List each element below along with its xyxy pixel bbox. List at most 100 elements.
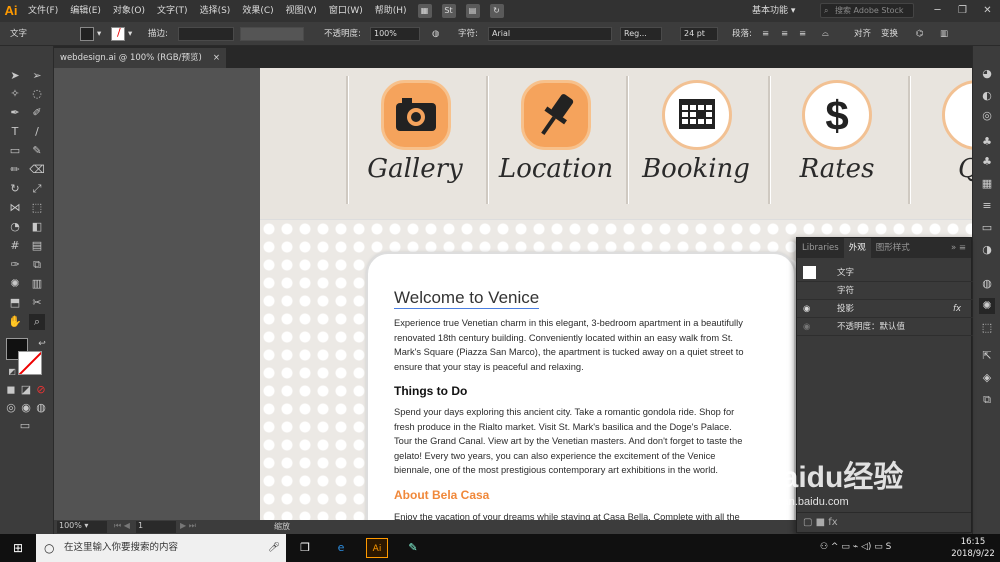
menu-select[interactable]: 选择(S) — [194, 0, 237, 22]
nav-label-gallery[interactable]: Gallery — [350, 154, 480, 184]
paint-app-icon[interactable]: ✎ — [402, 538, 424, 558]
chevron-down-icon[interactable]: ▾ — [128, 26, 132, 42]
content-card[interactable]: Welcome to Venice Experience true Veneti… — [366, 252, 796, 520]
clock[interactable]: 16:15 2018/9/22 — [946, 536, 1000, 560]
menu-file[interactable]: 文件(F) — [22, 0, 64, 22]
edge-icon[interactable]: e — [330, 538, 352, 558]
symbol-sprayer-icon[interactable]: ✺ — [7, 276, 23, 292]
illustrator-taskbar-icon[interactable]: Ai — [366, 538, 388, 558]
paintbrush-icon[interactable]: ✎ — [29, 143, 45, 159]
lasso-icon[interactable]: ◌ — [29, 86, 45, 102]
gpu-icon[interactable]: ↻ — [489, 4, 504, 18]
screen-mode-icon[interactable]: ▭ — [17, 418, 33, 434]
line-tool-icon[interactable]: / — [29, 124, 45, 140]
layers-icon[interactable]: ◈ — [979, 370, 995, 386]
free-transform-icon[interactable]: ⬚ — [29, 200, 45, 216]
perspective-grid-icon[interactable]: ◧ — [29, 219, 45, 235]
about-heading[interactable]: About Bela Casa — [394, 488, 489, 502]
panel-menu-icon[interactable]: » ≡ — [946, 238, 971, 258]
menu-help[interactable]: 帮助(H) — [369, 0, 413, 22]
blend-tool-icon[interactable]: ⧉ — [29, 257, 45, 273]
appearance-panel-icon[interactable]: ◍ — [979, 276, 995, 292]
eraser-icon[interactable]: ⌫ — [29, 162, 45, 178]
draw-normal-icon[interactable]: ◎ — [3, 400, 19, 416]
zoom-field[interactable]: 100% ▾ — [57, 521, 107, 533]
swatches-icon[interactable]: ▦ — [979, 176, 995, 192]
symbols-icon[interactable]: ♣ — [979, 154, 995, 170]
width-tool-icon[interactable]: ⋈ — [7, 200, 23, 216]
stroke-weight-field[interactable] — [178, 27, 234, 41]
draw-inside-icon[interactable]: ◍ — [33, 400, 49, 416]
menu-window[interactable]: 窗口(W) — [323, 0, 369, 22]
color-mode-icon[interactable]: ◼ — [3, 382, 19, 398]
align-right-icon[interactable]: ≡ — [799, 26, 806, 42]
calendar-icon[interactable] — [662, 80, 732, 150]
scale-tool-icon[interactable]: ⤢ — [29, 181, 45, 197]
brushes-icon[interactable]: ♣ — [979, 134, 995, 150]
shaper-tool-icon[interactable]: ✏ — [7, 162, 23, 178]
selection-tool-icon[interactable]: ➤ — [7, 68, 23, 84]
menu-effect[interactable]: 效果(C) — [236, 0, 279, 22]
arrange-icon[interactable]: ▥ — [940, 26, 948, 42]
fx-icon[interactable]: fx — [953, 300, 961, 318]
things-heading[interactable]: Things to Do — [394, 384, 467, 398]
taskbar-search-box[interactable]: ○ 在这里输入你要搜索的内容 🎤︎ — [36, 534, 286, 562]
font-style-field[interactable]: Reg... — [620, 27, 662, 41]
intro-paragraph[interactable]: Experience true Venetian charm in this e… — [394, 316, 758, 374]
tab-graphic-styles[interactable]: 图形样式 — [871, 238, 915, 258]
color-panel-icon[interactable]: ◕ — [979, 66, 995, 82]
minimize-icon[interactable]: ─ — [925, 0, 950, 22]
rectangle-tool-icon[interactable]: ▭ — [7, 143, 23, 159]
menu-type[interactable]: 文字(T) — [151, 0, 194, 22]
default-colors-icon[interactable]: ◩ — [4, 364, 20, 380]
curvature-tool-icon[interactable]: ✐ — [29, 105, 45, 121]
system-tray-icons[interactable]: ⚇ ^ ▭ ⌁ ◁) ▭ S — [820, 542, 891, 552]
workspace-switcher[interactable]: 基本功能 ▾ — [752, 3, 795, 16]
align-left-icon[interactable]: ≡ — [762, 26, 769, 42]
arrange-docs-icon[interactable]: ▤ — [465, 4, 480, 18]
column-graph-icon[interactable]: ▥ — [29, 276, 45, 292]
appearance-row-drop-shadow[interactable]: ◉ 投影 fx — [797, 300, 973, 318]
next-artboard-icon[interactable]: ▶ ⏭ — [180, 521, 196, 531]
document-tab[interactable]: webdesign.ai @ 100% (RGB/预览) × — [54, 48, 226, 68]
isolate-icon[interactable]: ⌬ — [916, 26, 923, 42]
draw-behind-icon[interactable]: ◉ — [18, 400, 34, 416]
color-guide-icon[interactable]: ◐ — [979, 88, 995, 104]
close-tab-icon[interactable]: × — [213, 48, 220, 68]
chevron-down-icon[interactable]: ▾ — [97, 26, 101, 42]
export-icon[interactable]: ⇱ — [979, 348, 995, 364]
recolor-icon[interactable]: ◍ — [432, 26, 439, 42]
direct-selection-tool-icon[interactable]: ➢ — [29, 68, 45, 84]
stock-search-input[interactable]: ⌕ 搜索 Adobe Stock — [820, 3, 914, 18]
align-button[interactable]: 对齐 — [854, 26, 871, 42]
transform-button[interactable]: 变换 — [881, 26, 898, 42]
zoom-tool-icon[interactable]: ⌕ — [29, 314, 45, 330]
menu-view[interactable]: 视图(V) — [280, 0, 323, 22]
bridge-icon[interactable]: ▦ — [417, 4, 432, 18]
artboard-tool-icon[interactable]: ⬒ — [7, 295, 23, 311]
microphone-icon[interactable]: 🎤︎ — [268, 534, 280, 562]
stroke-color-swatch[interactable] — [18, 351, 42, 375]
gradient-tool-icon[interactable]: ▤ — [29, 238, 45, 254]
camera-icon[interactable] — [381, 80, 451, 150]
align-center-icon[interactable]: ≡ — [781, 26, 788, 42]
envelope-icon[interactable]: ⌓ — [822, 26, 829, 42]
stroke-swatch[interactable]: / — [111, 26, 125, 41]
appearance-row-type[interactable]: 文字 — [797, 264, 973, 282]
nav-label-location[interactable]: Location — [491, 154, 621, 184]
cc-libraries-icon[interactable]: ◎ — [979, 108, 995, 124]
hand-tool-icon[interactable]: ✋ — [7, 314, 23, 330]
rotate-tool-icon[interactable]: ↻ — [7, 181, 23, 197]
tab-libraries[interactable]: Libraries — [797, 238, 844, 258]
mesh-tool-icon[interactable]: # — [7, 238, 23, 254]
first-artboard-icon[interactable]: ⏮ ◀ — [114, 521, 130, 531]
appearance-row-opacity[interactable]: ◉ 不透明度：默认值 — [797, 318, 973, 336]
variable-width-field[interactable] — [240, 27, 304, 41]
restore-icon[interactable]: ❐ — [950, 0, 975, 22]
swap-colors-icon[interactable]: ↩ — [34, 336, 50, 352]
menu-edit[interactable]: 编辑(E) — [64, 0, 107, 22]
nav-label-booking[interactable]: Booking — [631, 154, 761, 184]
stroke-panel-icon[interactable]: ≡ — [979, 198, 995, 214]
question-icon[interactable] — [942, 80, 972, 150]
about-line[interactable]: Enjoy the vacation of your dreams while … — [394, 510, 758, 520]
